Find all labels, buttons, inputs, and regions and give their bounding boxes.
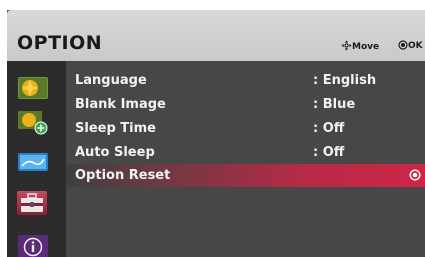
category-rail [7, 61, 66, 257]
info-menu-icon[interactable] [18, 235, 48, 257]
menu-item-language[interactable]: Language : English [66, 69, 425, 91]
menu-item-label: Option Reset [75, 168, 171, 183]
move-hint: Move [341, 40, 379, 52]
ok-circle-icon [398, 40, 408, 50]
menu-item-value: : Off [313, 145, 345, 160]
menu-item-label: Sleep Time [75, 121, 156, 136]
menu-item-label: Auto Sleep [75, 145, 155, 160]
ok-hint-label: OK [408, 41, 423, 51]
menu-item-label: Blank Image [75, 97, 166, 112]
menu-header: OPTION Move OK [7, 10, 425, 61]
menu-item-value: : English [313, 73, 377, 88]
menu-item-label: Language [75, 73, 147, 88]
option-list: Language : English Blank Image : Blue Sl… [66, 61, 425, 257]
ok-hint: OK [398, 40, 423, 51]
option-menu: OPTION Move OK Language: English Blank … [7, 10, 425, 257]
toolbox-option-menu-icon[interactable] [17, 191, 47, 215]
menu-item-value: : Off [313, 121, 345, 136]
menu-item-auto-sleep[interactable]: Auto Sleep : Off [66, 141, 425, 163]
move-hint-label: Move [352, 42, 380, 52]
picture-menu-icon[interactable] [18, 77, 48, 99]
picture-plus-menu-icon[interactable] [18, 109, 48, 135]
four-way-arrow-icon [341, 40, 352, 51]
menu-item-blank-image[interactable]: Blank Image : Blue [66, 93, 425, 115]
menu-item-sleep-time[interactable]: Sleep Time : Off [66, 117, 425, 139]
ok-circle-icon [409, 169, 421, 181]
menu-item-option-reset[interactable]: Option Reset [66, 164, 425, 187]
screen-menu-icon[interactable] [18, 153, 48, 171]
menu-item-value: : Blue [313, 97, 356, 112]
menu-title: OPTION [17, 32, 103, 54]
